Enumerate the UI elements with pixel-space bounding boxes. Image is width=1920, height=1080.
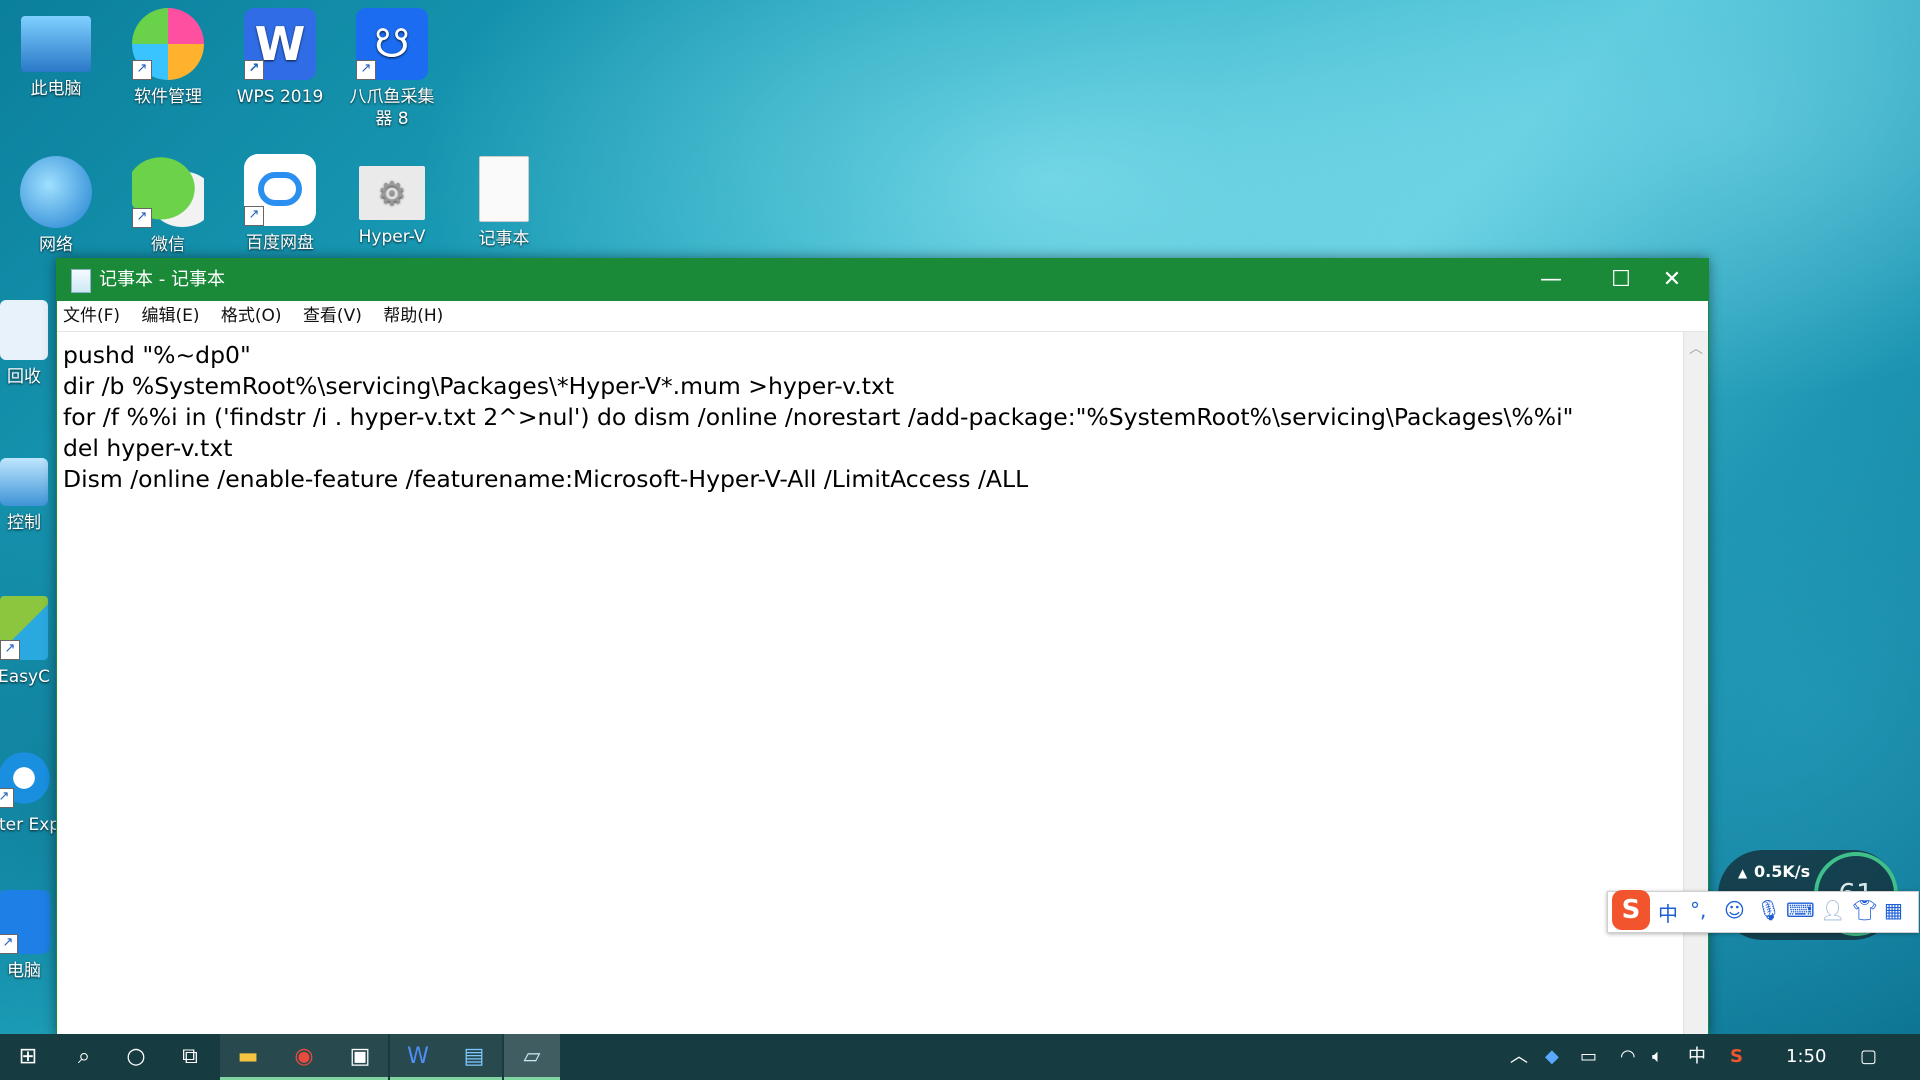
control-panel-icon <box>0 458 48 506</box>
desktop-icon-label: 微信 <box>151 235 185 255</box>
text-editor[interactable]: pushd "%~dp0" dir /b %SystemRoot%\servic… <box>57 332 1684 1035</box>
toolbox-grid-icon[interactable]: ▦ <box>1884 898 1903 922</box>
tray-ime-lang[interactable]: 中 <box>1688 1034 1706 1080</box>
desktop-icon-label: Hyper-V <box>358 227 426 247</box>
ime-toolbar[interactable]: S 中 °, ☺ 🎙︎ ⌨ 👤︎ 👕︎ ▦ <box>1607 890 1919 933</box>
control-panel-taskbar-icon[interactable]: ▤ <box>446 1034 502 1080</box>
shortcut-arrow-icon: ↗ <box>356 60 376 80</box>
menu-help[interactable]: 帮助(H) <box>383 306 443 326</box>
taskbar: ⊞ ⌕ ○ ⧉ ▬ ◉ ▣ W ▤ ▱ ︿ ◆ ▭ ◠ 🔈︎ 中 S 1:50 … <box>0 1034 1920 1080</box>
computer-icon <box>21 16 91 72</box>
menu-file[interactable]: 文件(F) <box>63 306 120 326</box>
title-bar[interactable]: 记事本 - 记事本 — ☐ ✕ <box>57 259 1708 301</box>
desktop-icon-network[interactable]: 网络 <box>6 156 106 256</box>
notification-center-icon[interactable]: ▢ <box>1860 1034 1877 1080</box>
desktop-icon-software-manager[interactable]: ↗ 软件管理 <box>118 8 218 108</box>
notepad-taskbar-icon[interactable]: ▱ <box>504 1034 560 1080</box>
close-button[interactable]: ✕ <box>1637 259 1707 301</box>
microphone-icon[interactable]: 🎙︎ <box>1756 898 1781 922</box>
desktop-icon-label: 此电脑 <box>30 79 82 99</box>
desktop-icon-label: 八爪鱼采集器 8 <box>349 87 435 129</box>
clock[interactable]: 1:50 <box>1786 1034 1826 1080</box>
ime-lang-toggle[interactable]: 中 <box>1658 898 1678 927</box>
menu-view[interactable]: 查看(V) <box>303 306 362 326</box>
tray-cube-icon[interactable]: ◆ <box>1545 1034 1559 1080</box>
chrome-icon[interactable]: ◉ <box>276 1034 332 1080</box>
shield-icon: ↗ <box>0 890 50 954</box>
network-globe-icon <box>20 156 92 228</box>
desktop-icon-label: 网络 <box>39 235 73 255</box>
desktop-icon-label: 电脑 <box>7 961 41 981</box>
sogou-logo-icon[interactable]: S <box>1612 890 1650 930</box>
wifi-icon[interactable]: ◠ <box>1620 1034 1636 1080</box>
desktop-icon-label: 记事本 <box>478 229 530 249</box>
easyconnect-icon: ↗ <box>0 596 48 660</box>
desktop-icon-octopus[interactable]: ☋ ↗ 八爪鱼采集器 8 <box>342 8 442 130</box>
octopus-icon: ☋ ↗ <box>356 8 428 80</box>
desktop-icon-this-pc[interactable]: 此电脑 <box>6 10 106 100</box>
clover-icon: ↗ <box>132 8 204 80</box>
notepad-app-icon <box>71 269 91 293</box>
battery-icon[interactable]: ▭ <box>1580 1034 1597 1080</box>
desktop-icon-wps[interactable]: W ↗ WPS 2019 <box>230 8 330 108</box>
wps-taskbar-icon[interactable]: W <box>390 1034 446 1080</box>
shortcut-arrow-icon: ↗ <box>132 60 152 80</box>
desktop-icon-label: 百度网盘 <box>246 233 314 253</box>
desktop-icon-label: 控制 <box>7 513 41 533</box>
desktop-icon-wechat[interactable]: ↗ 微信 <box>118 156 218 256</box>
show-hidden-icons-chevron-icon[interactable]: ︿ <box>1510 1034 1528 1080</box>
task-view-icon[interactable]: ⧉ <box>162 1034 218 1080</box>
sogou-tray-icon[interactable]: S <box>1730 1034 1743 1080</box>
shortcut-arrow-icon: ↗ <box>0 640 20 660</box>
file-explorer-icon[interactable]: ▬ <box>220 1034 276 1080</box>
shortcut-arrow-icon: ↗ <box>244 60 264 80</box>
search-icon[interactable]: ⌕ <box>56 1034 112 1080</box>
shortcut-arrow-icon: ↗ <box>132 208 152 228</box>
menu-edit[interactable]: 编辑(E) <box>141 306 199 326</box>
volume-icon[interactable]: 🔈︎ <box>1652 1034 1663 1080</box>
cloud-icon: ↗ <box>244 154 316 226</box>
desktop-icon-label: WPS 2019 <box>236 87 324 107</box>
cortana-circle-icon[interactable]: ○ <box>108 1034 164 1080</box>
desktop-icon-label: 回收 <box>7 367 41 387</box>
terminal-icon[interactable]: ▣ <box>332 1034 388 1080</box>
upload-arrow-icon: ▲ <box>1738 866 1748 880</box>
hyper-v-icon: ⚙ <box>359 166 425 220</box>
start-windows-icon[interactable]: ⊞ <box>0 1034 56 1080</box>
notepad-window[interactable]: 记事本 - 记事本 — ☐ ✕ 文件(F) 编辑(E) 格式(O) 查看(V) … <box>56 258 1709 1036</box>
wechat-icon: ↗ <box>132 156 204 228</box>
desktop-icon-baidu-netdisk[interactable]: ↗ 百度网盘 <box>230 154 330 254</box>
keyboard-icon[interactable]: ⌨ <box>1786 898 1815 922</box>
shortcut-arrow-icon: ↗ <box>244 206 264 226</box>
desktop-icon-notepad[interactable]: 记事本 <box>454 156 554 250</box>
window-title: 记事本 - 记事本 <box>99 269 225 290</box>
emoji-icon[interactable]: ☺ <box>1724 898 1745 922</box>
skin-shirt-icon[interactable]: 👕︎ <box>1852 898 1877 922</box>
minimize-button[interactable]: — <box>1516 259 1586 301</box>
recycle-bin-icon <box>0 300 48 360</box>
wps-icon: W ↗ <box>244 8 316 80</box>
menu-bar: 文件(F) 编辑(E) 格式(O) 查看(V) 帮助(H) <box>57 301 1708 332</box>
document-icon <box>479 156 529 222</box>
net-speed-value: 0.5K/s <box>1754 862 1811 881</box>
menu-format[interactable]: 格式(O) <box>221 306 282 326</box>
shortcut-arrow-icon: ↗ <box>0 788 14 808</box>
desktop-icon-label: EasyC <box>0 667 50 687</box>
internet-explorer-icon: ↗ <box>0 748 54 808</box>
cloud-shape <box>258 172 302 206</box>
shortcut-arrow-icon: ↗ <box>0 934 18 954</box>
scroll-up-arrow-icon[interactable]: ︿ <box>1684 338 1708 358</box>
ime-punct-toggle[interactable]: °, <box>1690 898 1706 922</box>
user-icon[interactable]: 👤︎ <box>1820 898 1845 922</box>
desktop-icon-label: 软件管理 <box>134 87 202 107</box>
desktop-icon-hyper-v[interactable]: ⚙ Hyper-V <box>342 156 442 248</box>
